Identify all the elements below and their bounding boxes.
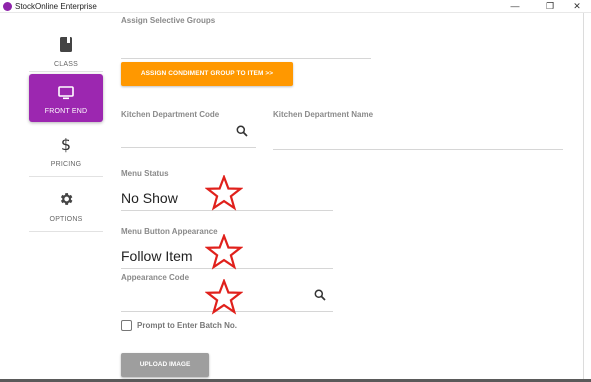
- monitor-icon: [29, 84, 103, 102]
- sidebar-item-pricing[interactable]: $ PRICING: [29, 125, 103, 175]
- sidebar: CLASS FRONT END $ PRICING OPTIONS: [0, 13, 110, 382]
- appearance-code-label: Appearance Code: [121, 273, 190, 282]
- sidebar-item-front-end[interactable]: FRONT END: [29, 74, 103, 122]
- star-annotation-icon: [205, 279, 243, 315]
- restore-button[interactable]: ❐: [539, 0, 561, 12]
- close-button[interactable]: ✕: [566, 0, 588, 12]
- minimize-button[interactable]: —: [504, 0, 526, 12]
- sidebar-item-class[interactable]: CLASS: [29, 25, 103, 75]
- divider: [29, 231, 103, 232]
- assign-groups-underline: [121, 58, 371, 59]
- assign-groups-label: Assign Selective Groups: [121, 16, 216, 25]
- menu-button-appearance-label: Menu Button Appearance: [121, 227, 218, 236]
- menu-status-select[interactable]: No Show: [121, 190, 178, 206]
- prompt-batch-label: Prompt to Enter Batch No.: [137, 321, 238, 330]
- sidebar-item-options[interactable]: OPTIONS: [29, 180, 103, 230]
- kitchen-dept-name-label: Kitchen Department Name: [273, 110, 374, 119]
- gear-icon: [29, 190, 103, 208]
- divider: [29, 71, 103, 72]
- kitchen-dept-name-underline: [273, 149, 563, 150]
- window-border: [583, 13, 584, 382]
- sidebar-item-label: CLASS: [54, 61, 78, 68]
- upload-image-button[interactable]: UPLOAD IMAGE: [121, 353, 209, 377]
- star-annotation-icon: [205, 175, 243, 211]
- menu-button-appearance-select[interactable]: Follow Item: [121, 248, 193, 264]
- sidebar-item-label: OPTIONS: [49, 216, 83, 223]
- dollar-icon: $: [60, 134, 72, 154]
- star-annotation-icon: [205, 234, 243, 270]
- window-title: StockOnline Enterprise: [15, 2, 97, 11]
- book-icon: [29, 35, 103, 53]
- search-icon[interactable]: [314, 288, 326, 301]
- assign-condiment-button[interactable]: ASSIGN CONDIMENT GROUP TO ITEM >>: [121, 62, 293, 86]
- divider: [29, 176, 103, 177]
- search-icon[interactable]: [236, 124, 248, 137]
- title-bar: StockOnline Enterprise — ❐ ✕: [0, 0, 591, 13]
- sidebar-item-label: PRICING: [50, 161, 82, 168]
- menu-status-label: Menu Status: [121, 169, 169, 178]
- sidebar-item-label: FRONT END: [44, 108, 88, 115]
- prompt-batch-checkbox[interactable]: [121, 320, 132, 331]
- app-logo-icon: [3, 2, 12, 11]
- kitchen-dept-code-underline: [121, 147, 256, 148]
- kitchen-dept-code-label: Kitchen Department Code: [121, 110, 220, 119]
